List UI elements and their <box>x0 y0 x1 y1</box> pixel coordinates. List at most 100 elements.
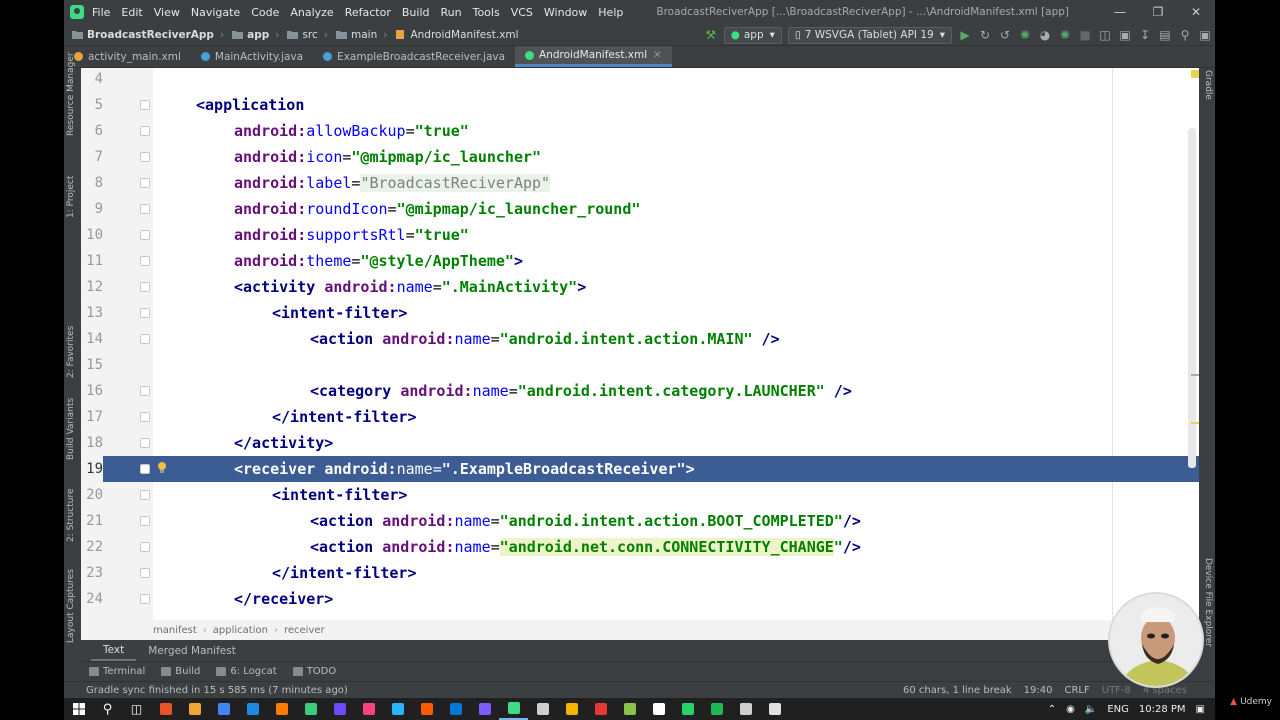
restore-button[interactable]: ❐ <box>1139 0 1177 24</box>
taskbar-app-icon[interactable] <box>702 698 731 720</box>
fold-marker-icon[interactable] <box>140 594 150 604</box>
menu-file[interactable]: File <box>92 6 110 19</box>
code-line[interactable]: 10 android:supportsRtl="true" <box>81 222 1199 248</box>
stop-icon[interactable]: ■ <box>1075 26 1095 44</box>
close-tab-icon[interactable]: ✕ <box>653 50 661 61</box>
taskbar-app-icon[interactable] <box>296 698 325 720</box>
device-dropdown[interactable]: ▯ 7 WSVGA (Tablet) API 19 ▾ <box>787 26 952 44</box>
fold-marker-icon[interactable] <box>140 334 150 344</box>
code-line[interactable]: 8 android:label="BroadcastReciverApp" <box>81 170 1199 196</box>
taskbar-app-icon[interactable] <box>238 698 267 720</box>
menu-tools[interactable]: Tools <box>473 6 500 19</box>
menu-edit[interactable]: Edit <box>121 6 142 19</box>
tab-text[interactable]: Text <box>91 641 137 661</box>
tool-window-terminal[interactable]: Terminal <box>89 666 145 677</box>
taskbar-app-icon[interactable] <box>325 698 354 720</box>
taskbar-app-icon[interactable] <box>151 698 180 720</box>
taskbar-app-icon[interactable] <box>441 698 470 720</box>
taskbar-app-icon[interactable] <box>760 698 789 720</box>
tab-activity-main-xml[interactable]: activity_main.xml <box>64 46 191 67</box>
minimize-button[interactable]: — <box>1101 0 1139 24</box>
debug-icon[interactable]: ✺ <box>1015 26 1035 44</box>
fold-marker-icon[interactable] <box>140 100 150 110</box>
taskbar-app-icon[interactable] <box>383 698 412 720</box>
attach-debugger-icon[interactable]: ✺ <box>1055 26 1075 44</box>
search-icon[interactable]: ⚲ <box>93 698 122 720</box>
code-line[interactable]: 4 <box>81 68 1199 92</box>
volume-icon[interactable]: 🔈 <box>1085 704 1097 715</box>
menu-help[interactable]: Help <box>598 6 623 19</box>
tool-window-layout-captures[interactable]: Layout Captures <box>66 569 76 643</box>
fold-marker-icon[interactable] <box>140 126 150 136</box>
tool-window-todo[interactable]: TODO <box>292 666 336 677</box>
tab-main-activity-java[interactable]: MainActivity.java <box>191 46 313 67</box>
menu-build[interactable]: Build <box>402 6 430 19</box>
fold-marker-icon[interactable] <box>140 230 150 240</box>
tool-window-gradle[interactable]: Gradle <box>1203 70 1213 100</box>
code-line[interactable]: 19 <receiver android:name=".ExampleBroadc… <box>81 456 1199 482</box>
apply-changes-icon[interactable]: ↻ <box>975 26 995 44</box>
code-line[interactable]: 6 android:allowBackup="true" <box>81 118 1199 144</box>
tab-merged-manifest[interactable]: Merged Manifest <box>136 641 248 661</box>
code-line[interactable]: 7 android:icon="@mipmap/ic_launcher" <box>81 144 1199 170</box>
fold-marker-icon[interactable] <box>140 490 150 500</box>
vertical-scrollbar[interactable] <box>1188 128 1196 468</box>
taskbar-app-icon[interactable] <box>499 698 528 720</box>
nav-crumb-src[interactable]: src › <box>287 29 328 41</box>
tool-window-structure[interactable]: 2: Structure <box>66 489 76 543</box>
menu-code[interactable]: Code <box>251 6 279 19</box>
code-line[interactable]: 11 android:theme="@style/AppTheme"> <box>81 248 1199 274</box>
menu-window[interactable]: Window <box>544 6 587 19</box>
taskbar-app-icon[interactable] <box>586 698 615 720</box>
breadcrumb-receiver[interactable]: receiver <box>284 625 325 636</box>
code-line[interactable]: 15 <box>81 352 1199 378</box>
taskbar-app-icon[interactable] <box>615 698 644 720</box>
fold-marker-icon[interactable] <box>140 568 150 578</box>
sdk-manager-icon[interactable]: ↧ <box>1135 26 1155 44</box>
windows-start-icon[interactable] <box>64 698 93 720</box>
breadcrumb-manifest[interactable]: manifest <box>153 625 197 636</box>
taskbar-app-icon[interactable] <box>354 698 383 720</box>
fold-marker-icon[interactable] <box>140 308 150 318</box>
fold-marker-icon[interactable] <box>140 542 150 552</box>
intention-bulb-icon[interactable] <box>157 461 167 474</box>
taskbar-app-icon[interactable] <box>644 698 673 720</box>
fold-marker-icon[interactable] <box>140 438 150 448</box>
fold-marker-icon[interactable] <box>140 464 150 474</box>
menu-refactor[interactable]: Refactor <box>345 6 391 19</box>
code-editor[interactable]: 4 5 <application 6 android:allowBackup="true… <box>81 68 1199 620</box>
notifications-icon[interactable]: ▣ <box>1196 704 1205 715</box>
fold-marker-icon[interactable] <box>140 178 150 188</box>
nav-crumb-file[interactable]: AndroidManifest.xml <box>395 29 519 41</box>
file-encoding[interactable]: UTF-8 <box>1102 685 1131 696</box>
taskbar-app-icon[interactable] <box>470 698 499 720</box>
run-icon[interactable]: ▶ <box>955 26 975 44</box>
fold-marker-icon[interactable] <box>140 152 150 162</box>
code-line[interactable]: 23 </intent-filter> <box>81 560 1199 586</box>
taskbar-app-icon[interactable] <box>731 698 760 720</box>
close-button[interactable]: ✕ <box>1177 0 1215 24</box>
taskbar-app-icon[interactable] <box>180 698 209 720</box>
tool-window-project[interactable]: 1: Project <box>66 176 76 218</box>
nav-crumb-project[interactable]: BroadcastReciverApp › <box>72 29 224 41</box>
taskbar-app-icon[interactable] <box>412 698 441 720</box>
breadcrumb-application[interactable]: application <box>213 625 268 636</box>
taskbar-app-icon[interactable] <box>209 698 238 720</box>
taskbar-app-icon[interactable] <box>557 698 586 720</box>
code-line[interactable]: 5 <application <box>81 92 1199 118</box>
taskbar-app-icon[interactable] <box>528 698 557 720</box>
code-line[interactable]: 12 <activity android:name=".MainActivity"… <box>81 274 1199 300</box>
fold-marker-icon[interactable] <box>140 256 150 266</box>
tool-window-build-variants[interactable]: Build Variants <box>66 398 76 460</box>
nav-crumb-main[interactable]: main › <box>336 29 387 41</box>
fold-marker-icon[interactable] <box>140 204 150 214</box>
task-view-icon[interactable]: ◫ <box>122 698 151 720</box>
menu-view[interactable]: View <box>154 6 180 19</box>
language-indicator[interactable]: ENG <box>1107 704 1129 715</box>
code-line[interactable]: 18 </activity> <box>81 430 1199 456</box>
clock[interactable]: 10:28 PM <box>1139 704 1186 715</box>
status-message[interactable]: Gradle sync finished in 15 s 585 ms (7 m… <box>86 685 348 696</box>
event-log-icon[interactable]: ▣ <box>1195 26 1215 44</box>
tool-window-logcat[interactable]: 6: Logcat <box>216 666 277 677</box>
code-line[interactable]: 14 <action android:name="android.intent.a… <box>81 326 1199 352</box>
